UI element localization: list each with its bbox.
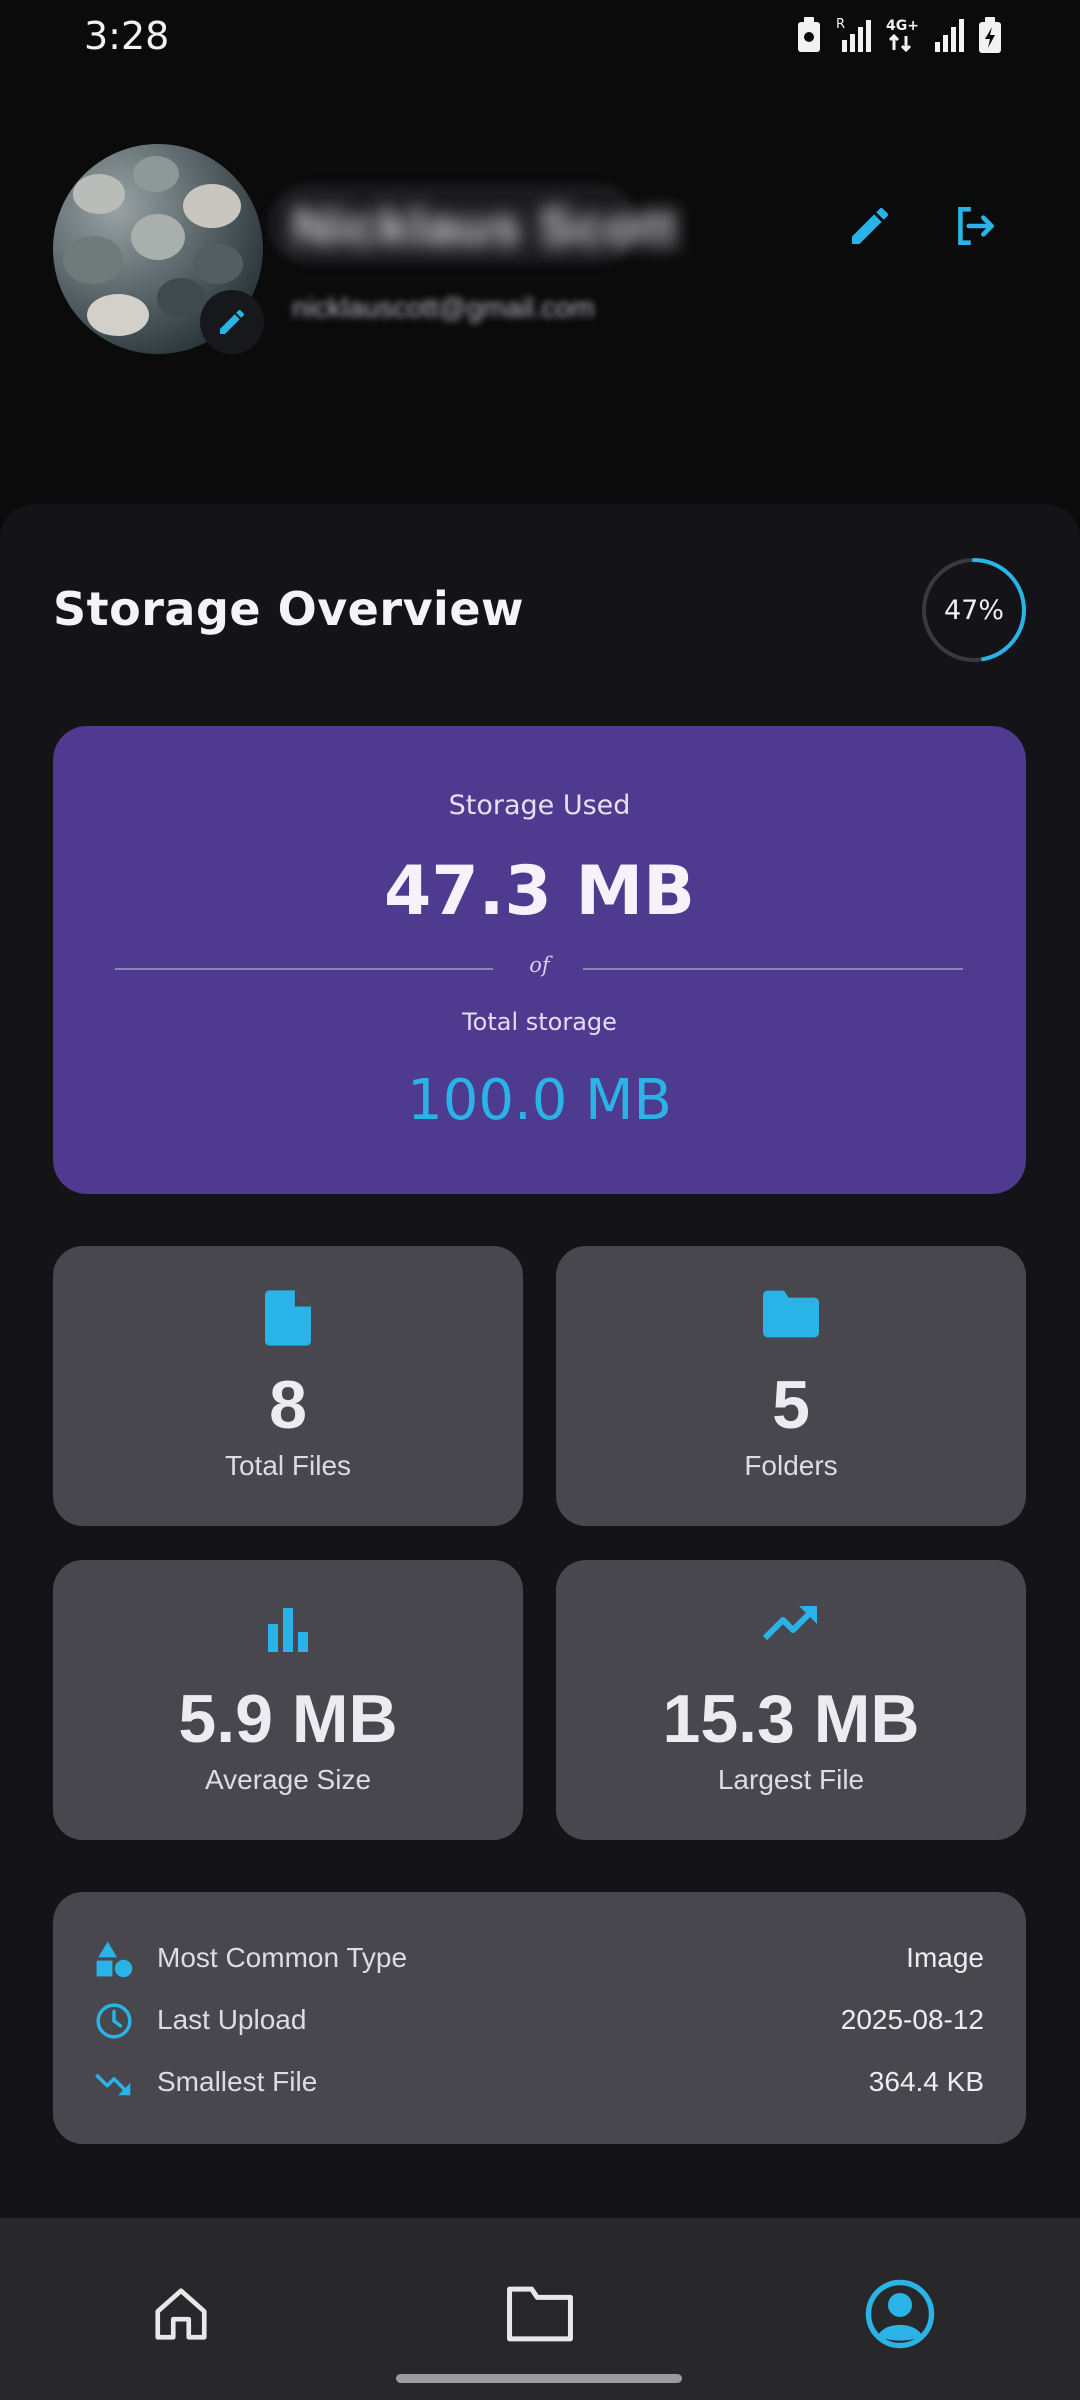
battery-saver-icon — [798, 17, 820, 52]
detail-row-last-upload: Last Upload 2025-08-12 — [53, 1990, 1026, 2050]
file-icon — [265, 1290, 311, 1346]
status-time: 3:28 — [84, 14, 170, 58]
folders-value: 5 — [772, 1367, 810, 1443]
stat-card-folders: 5 Folders — [556, 1246, 1026, 1526]
detail-value: Image — [906, 1942, 984, 1973]
detail-row-smallest-file: Smallest File 364.4 KB — [53, 2052, 1026, 2112]
total-files-label: Total Files — [224, 1450, 352, 1481]
folder-icon — [763, 1290, 819, 1338]
logout-icon — [958, 207, 994, 245]
edit-avatar-icon — [220, 309, 245, 334]
logout-button[interactable] — [935, 186, 1015, 266]
detail-label: Last Upload — [157, 2004, 307, 2035]
average-size-label: Average Size — [204, 1764, 372, 1795]
nav-home[interactable] — [141, 2274, 221, 2354]
edit-profile-button[interactable] — [830, 186, 910, 266]
storage-used-label: Storage Used — [448, 790, 631, 821]
stat-card-largest-file: 15.3 MB Largest File — [556, 1560, 1026, 1840]
signal-r-icon: R — [836, 17, 871, 52]
folders-label: Folders — [744, 1450, 838, 1481]
detail-value: 2025-08-12 — [840, 2004, 984, 2035]
detail-row-common-type: Most Common Type Image — [53, 1928, 1026, 1988]
signal-icon — [935, 19, 964, 52]
total-storage-label: Total storage — [462, 1008, 617, 1036]
bottom-navigation — [0, 2218, 1080, 2400]
trending-down-icon — [95, 2073, 131, 2096]
avatar-edit-button[interactable] — [200, 290, 264, 354]
trending-up-icon — [763, 1606, 817, 1641]
svg-text:4G+: 4G+ — [886, 18, 919, 34]
total-files-value: 8 — [269, 1367, 307, 1443]
status-icons: R 4G+ — [796, 16, 1002, 54]
profile-header: Nicklaus Scott nicklauscott@gmail.com — [0, 74, 1080, 504]
bar-chart-icon — [268, 1608, 308, 1652]
total-storage-value: 100.0 MB — [407, 1068, 672, 1133]
edit-profile-icon — [852, 207, 889, 244]
storage-used-value: 47.3 MB — [384, 852, 695, 931]
svg-text:R: R — [836, 17, 845, 32]
profile-email: nicklauscott@gmail.com — [292, 292, 595, 323]
battery-charging-icon — [979, 17, 1001, 53]
storage-usage-card: Storage Used 47.3 MB of Total storage 10… — [53, 726, 1026, 1194]
clock-icon — [96, 2003, 132, 2039]
average-size-value: 5.9 MB — [178, 1681, 398, 1757]
shapes-icon — [96, 1941, 133, 1978]
home-indicator[interactable] — [396, 2374, 682, 2383]
of-label: of — [529, 953, 550, 977]
folder-icon — [507, 2286, 573, 2342]
detail-value: 364.4 KB — [868, 2066, 984, 2097]
stat-card-total-files: 8 Total Files — [53, 1246, 523, 1526]
overview-title: Storage Overview — [53, 582, 525, 636]
account-icon — [865, 2279, 935, 2349]
largest-file-label: Largest File — [717, 1764, 865, 1795]
detail-label: Most Common Type — [157, 1942, 408, 1973]
nav-files[interactable] — [500, 2274, 580, 2354]
home-icon — [155, 2288, 207, 2340]
usage-percent: 47% — [943, 594, 1004, 626]
profile-name: Nicklaus Scott — [292, 197, 679, 257]
largest-file-value: 15.3 MB — [662, 1681, 920, 1757]
stat-card-average-size: 5.9 MB Average Size — [53, 1560, 523, 1840]
nav-account[interactable] — [860, 2274, 940, 2354]
file-details-card: Most Common Type Image Last Upload 2025-… — [53, 1892, 1026, 2144]
divider-right — [583, 968, 963, 970]
network-4g-icon: 4G+ — [886, 18, 919, 53]
storage-sheet: Storage Overview 47% Storage Used 47.3 M… — [0, 504, 1080, 2218]
detail-label: Smallest File — [157, 2066, 318, 2097]
status-bar: 3:28 R 4G+ — [0, 0, 1080, 74]
